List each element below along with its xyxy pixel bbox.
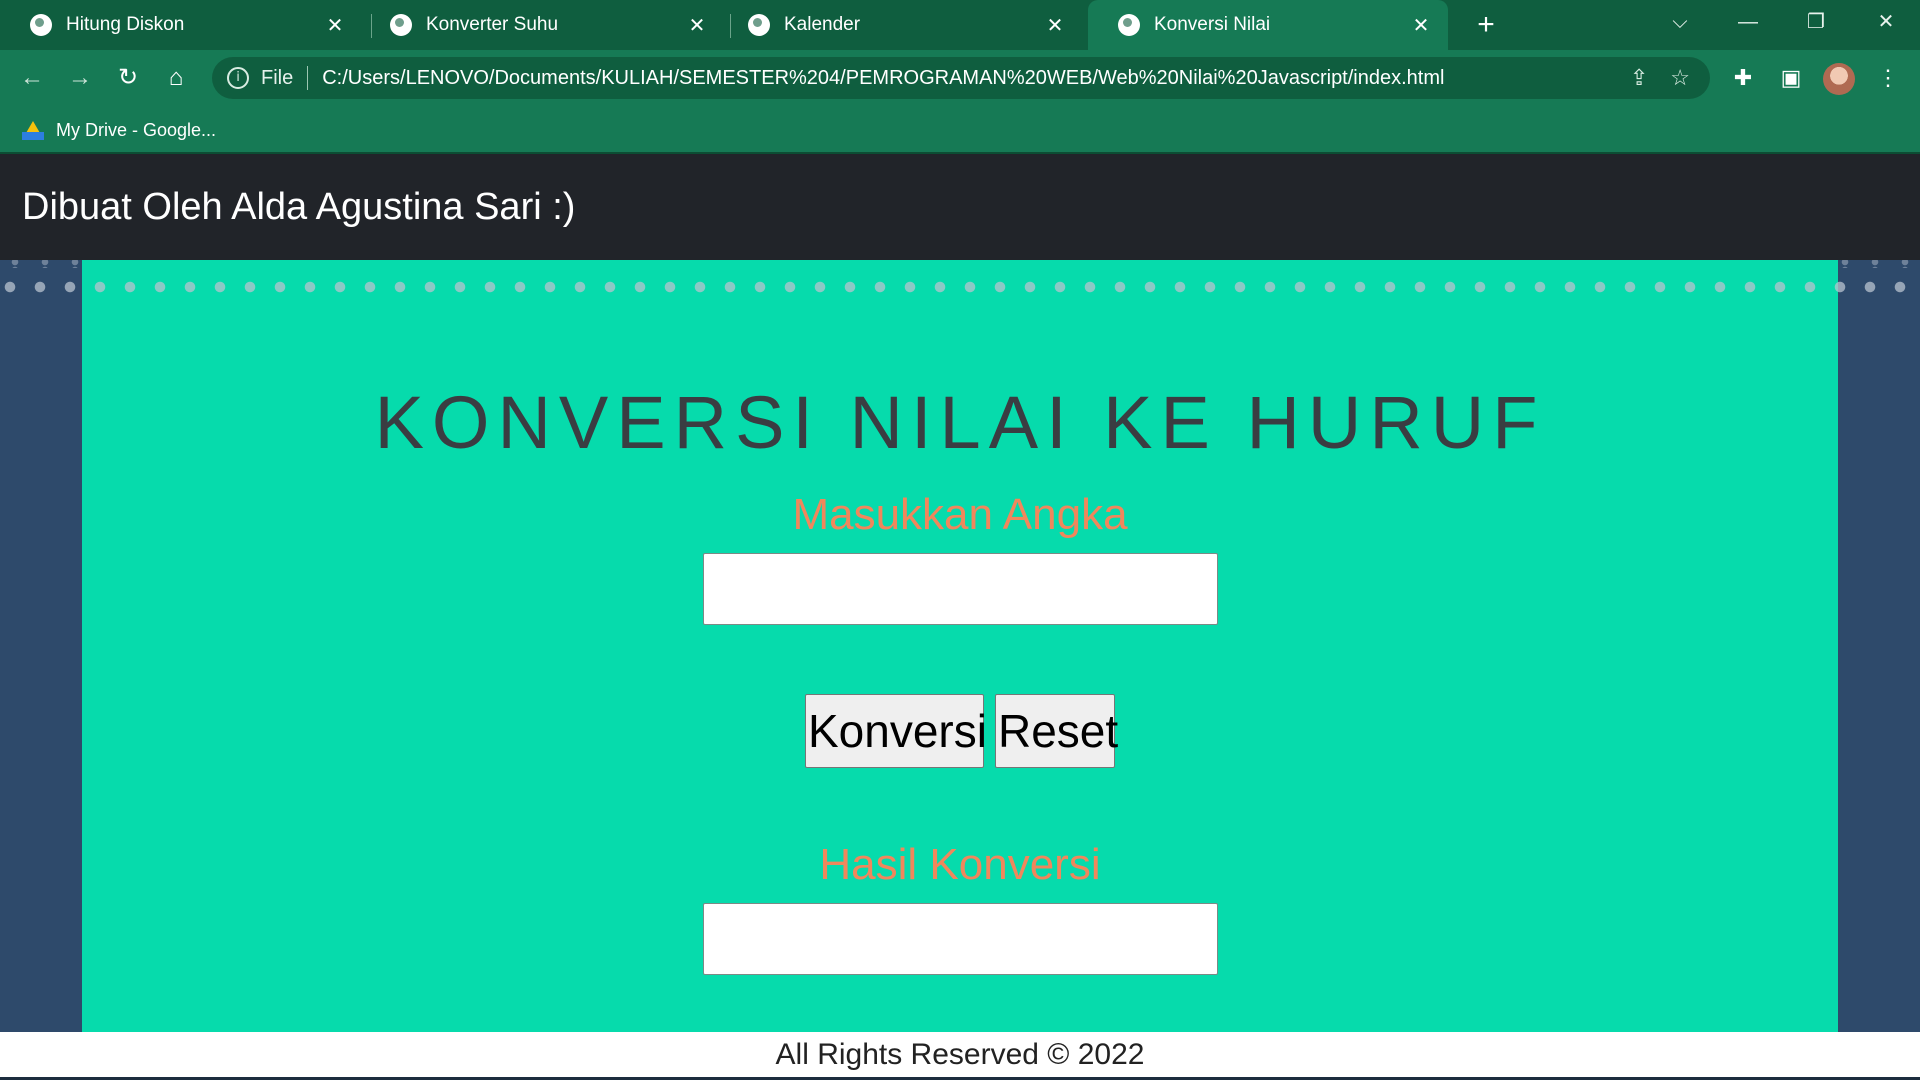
result-output[interactable] (703, 903, 1218, 975)
convert-button[interactable]: Konversi (805, 694, 987, 768)
browser-tab-strip: Hitung Diskon ✕ Konverter Suhu ✕ Kalende… (0, 0, 1920, 50)
profile-avatar[interactable] (1823, 63, 1855, 95)
bookmark-my-drive[interactable]: My Drive - Google... (22, 116, 216, 144)
site-header-title: Dibuat Oleh Alda Agustina Sari :) (22, 185, 576, 228)
google-drive-icon (22, 120, 44, 140)
close-icon[interactable]: ✕ (682, 13, 712, 38)
globe-icon (1118, 14, 1140, 36)
site-info-icon[interactable]: i (227, 67, 249, 89)
reset-button[interactable]: Reset (995, 694, 1118, 768)
result-label: Hasil Konversi (819, 840, 1101, 889)
address-scheme: File (261, 66, 294, 89)
footer: All Rights Reserved © 2022 (0, 1032, 1920, 1080)
tab-search-chevron-icon[interactable]: ⌵ (1646, 0, 1714, 44)
bookmarks-bar: My Drive - Google... (0, 106, 1920, 154)
tab-kalender[interactable]: Kalender ✕ (718, 0, 1082, 50)
new-tab-button[interactable]: + (1468, 8, 1504, 42)
menu-kebab-icon[interactable]: ⋮ (1872, 62, 1904, 94)
tab-label: Konversi Nilai (1154, 14, 1271, 35)
tab-hitung-diskon[interactable]: Hitung Diskon ✕ (0, 0, 362, 50)
back-arrow-icon[interactable]: ← (12, 58, 52, 98)
restore-icon[interactable]: ❐ (1782, 0, 1850, 44)
window-close-icon[interactable]: ✕ (1852, 0, 1920, 44)
address-url[interactable]: C:/Users/LENOVO/Documents/KULIAH/SEMESTE… (322, 67, 1444, 90)
site-header: Dibuat Oleh Alda Agustina Sari :) (0, 154, 1920, 260)
tab-label: Konverter Suhu (426, 14, 559, 35)
globe-icon (30, 14, 52, 36)
number-input[interactable] (703, 553, 1218, 625)
tab-label: Kalender (784, 14, 861, 35)
tab-konverter-suhu[interactable]: Konverter Suhu ✕ (360, 0, 724, 50)
page-title: KONVERSI NILAI KE HURUF (374, 381, 1546, 464)
decorative-dots-row (0, 279, 1920, 295)
close-icon[interactable]: ✕ (1040, 13, 1070, 38)
address-bar[interactable]: i File C:/Users/LENOVO/Documents/KULIAH/… (212, 57, 1710, 99)
tab-label: Hitung Diskon (66, 14, 185, 35)
extensions-puzzle-icon[interactable]: ✚ (1727, 62, 1759, 94)
close-icon[interactable]: ✕ (320, 13, 350, 38)
side-panel-icon[interactable]: ▣ (1775, 62, 1807, 94)
browser-toolbar: ← → ↻ ⌂ i File C:/Users/LENOVO/Documents… (0, 50, 1920, 106)
share-icon[interactable]: ⇪ (1630, 65, 1648, 91)
globe-icon (748, 14, 770, 36)
close-icon[interactable]: ✕ (1406, 13, 1436, 38)
globe-icon (390, 14, 412, 36)
bookmark-label: My Drive - Google... (56, 119, 217, 140)
reload-icon[interactable]: ↻ (108, 58, 148, 98)
minimize-icon[interactable]: — (1714, 0, 1782, 44)
input-label: Masukkan Angka (792, 490, 1128, 539)
bookmark-star-icon[interactable]: ☆ (1670, 65, 1690, 91)
address-divider (307, 66, 309, 90)
forward-arrow-icon[interactable]: → (60, 58, 100, 98)
home-icon[interactable]: ⌂ (156, 58, 196, 98)
tab-konversi-nilai[interactable]: Konversi Nilai ✕ (1088, 0, 1448, 50)
footer-text: All Rights Reserved © 2022 (775, 1037, 1145, 1071)
